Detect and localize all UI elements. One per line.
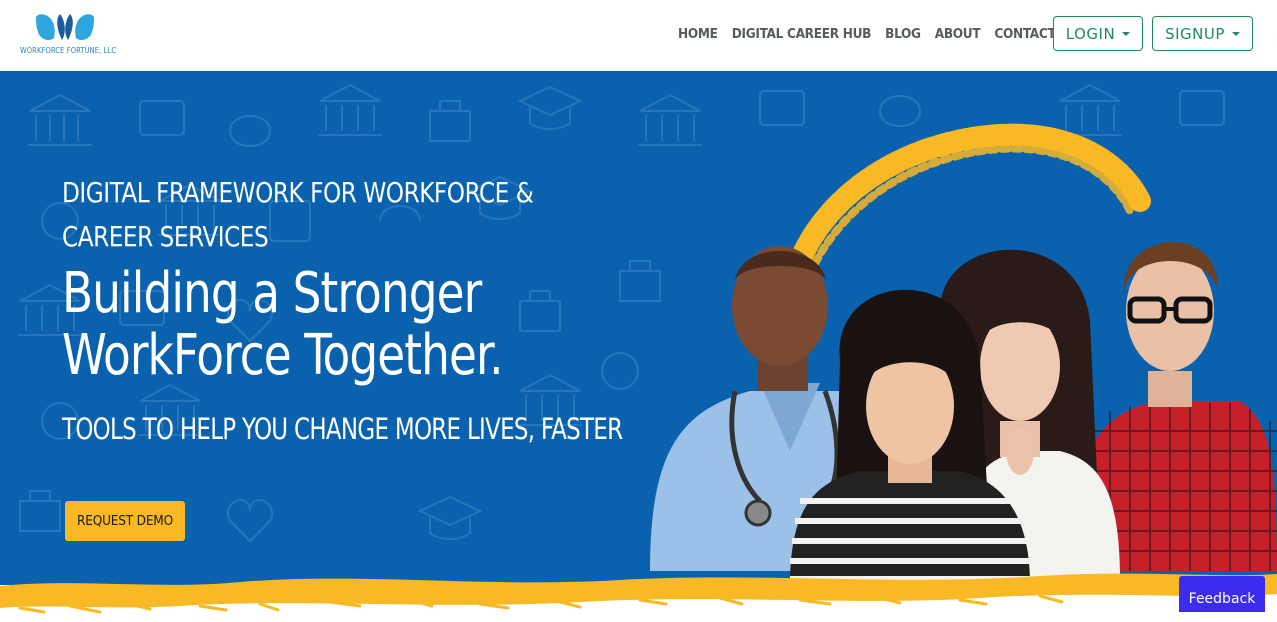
butterfly-logo-icon — [36, 14, 94, 40]
login-dropdown-button[interactable]: LOGIN — [1053, 16, 1143, 51]
feedback-button[interactable]: Feedback — [1179, 576, 1265, 612]
top-navbar: WORKFORCE FORTUNE, LLC HOME DIGITAL CARE… — [0, 0, 1277, 71]
hero-tagline: TOOLS TO HELP YOU CHANGE MORE LIVES, FAS… — [62, 412, 623, 446]
login-label: LOGIN — [1065, 24, 1116, 43]
request-demo-button[interactable]: REQUEST DEMO — [65, 501, 185, 541]
logo-text: WORKFORCE FORTUNE, LLC — [20, 46, 117, 55]
nav-about-link[interactable]: ABOUT — [935, 24, 981, 44]
yellow-brush-stroke — [0, 573, 1277, 614]
hero-heading: Building a Stronger WorkForce Together. — [62, 261, 503, 388]
nav-blog-link[interactable]: BLOG — [885, 24, 921, 44]
main-nav: HOME DIGITAL CAREER HUB BLOG ABOUT CONTA… — [678, 24, 1078, 44]
nav-digital-career-hub-link[interactable]: DIGITAL CAREER HUB — [732, 24, 872, 44]
brand-logo[interactable]: WORKFORCE FORTUNE, LLC — [20, 12, 117, 60]
chevron-down-icon — [1231, 31, 1240, 36]
hero-eyebrow: DIGITAL FRAMEWORK FOR WORKFORCE & CAREER… — [62, 176, 534, 253]
signup-dropdown-button[interactable]: SIGNUP — [1152, 16, 1253, 51]
hero-people-image — [650, 123, 1277, 585]
chevron-down-icon — [1122, 31, 1131, 36]
signup-label: SIGNUP — [1165, 24, 1225, 43]
hero-banner: DIGITAL FRAMEWORK FOR WORKFORCE & CAREER… — [0, 71, 1277, 585]
nav-home-link[interactable]: HOME — [678, 24, 718, 44]
